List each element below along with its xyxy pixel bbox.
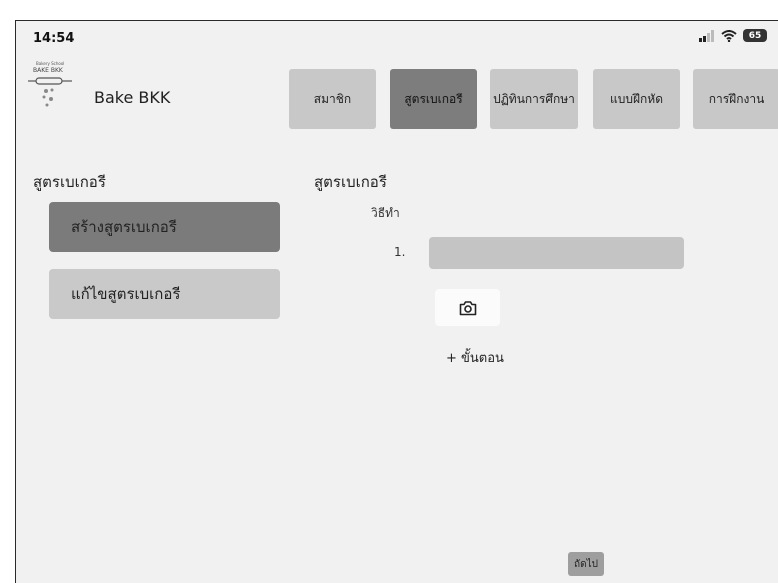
tab-members[interactable]: สมาชิก: [289, 69, 376, 129]
tab-bakery-recipes[interactable]: สูตรเบเกอรี: [390, 69, 477, 129]
create-recipe-button[interactable]: สร้างสูตรเบเกอรี: [49, 202, 280, 252]
tab-internship[interactable]: การฝึกงาน: [693, 69, 778, 129]
tab-bakery-recipes-label: สูตรเบเกอรี: [404, 91, 463, 106]
edit-recipe-button[interactable]: แก้ไขสูตรเบเกอรี: [49, 269, 280, 319]
svg-text:BAKE BKK: BAKE BKK: [33, 67, 64, 74]
tab-academic-calendar-label: ปฏิทินการศึกษา: [493, 91, 575, 106]
signal-icon: [699, 29, 714, 42]
create-recipe-label: สร้างสูตรเบเกอรี: [71, 218, 177, 236]
tab-exercises-label: แบบฝึกหัด: [610, 91, 663, 106]
sidebar-title: สูตรเบเกอรี: [33, 173, 106, 191]
step-number: 1.: [394, 245, 406, 259]
edit-recipe-label: แก้ไขสูตรเบเกอรี: [71, 285, 181, 303]
camera-icon: [459, 300, 476, 315]
camera-button[interactable]: [435, 289, 500, 326]
tab-exercises[interactable]: แบบฝึกหัด: [593, 69, 680, 129]
step-input[interactable]: [429, 237, 684, 269]
bakery-logo: Bakery School BAKE BKK: [28, 61, 72, 107]
main-title: สูตรเบเกอรี: [314, 173, 387, 191]
top-strip: [0, 0, 778, 20]
status-icons: 65: [699, 29, 767, 42]
tab-academic-calendar[interactable]: ปฏิทินการศึกษา: [490, 69, 578, 129]
next-button[interactable]: ถัดไป: [568, 552, 604, 576]
tab-members-label: สมาชิก: [313, 91, 352, 106]
tab-internship-label: การฝึกงาน: [708, 91, 765, 106]
battery-icon: 65: [743, 29, 767, 42]
status-time: 14:54: [33, 31, 75, 46]
wifi-icon: [721, 29, 737, 42]
brand-name: Bake BKK: [94, 88, 171, 107]
next-button-label: ถัดไป: [574, 558, 598, 570]
app-window: 14:54 65 Bakery School BAKE BKK Bake BKK…: [15, 20, 778, 583]
add-step-button[interactable]: + ขั้นตอน: [446, 347, 504, 368]
method-label: วิธีทำ: [371, 206, 400, 220]
svg-text:Bakery School: Bakery School: [36, 61, 64, 66]
